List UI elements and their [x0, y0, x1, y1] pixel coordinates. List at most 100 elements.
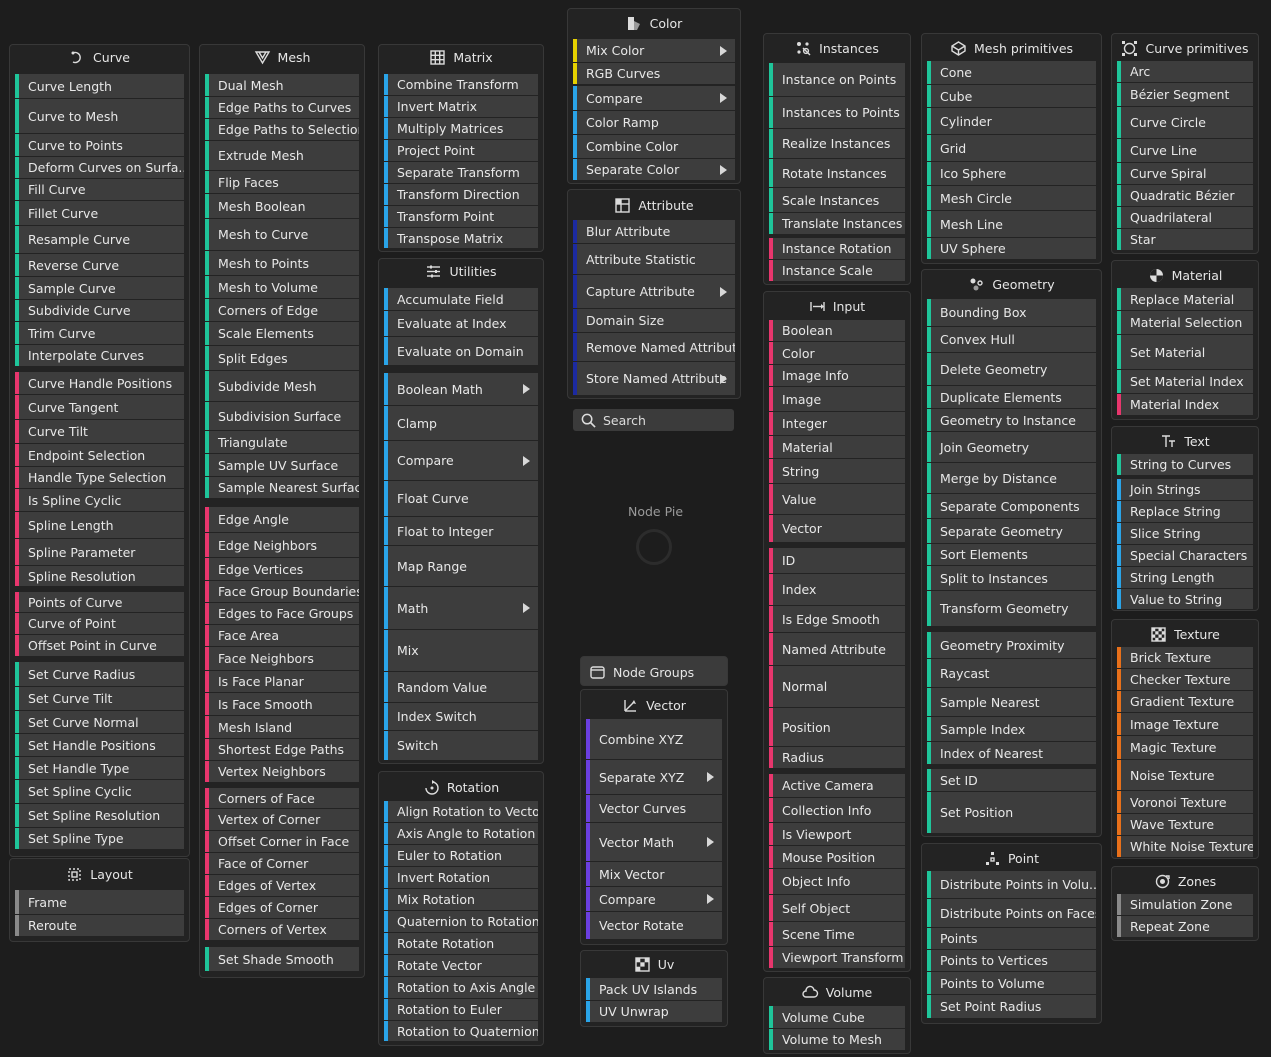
menu-item-pack-uv-islands[interactable]: Pack UV Islands [586, 978, 722, 1000]
menu-item-curve-to-points[interactable]: Curve to Points [15, 134, 184, 156]
menu-item-offset-point-in-curve[interactable]: Offset Point in Curve [15, 635, 184, 656]
menu-item-b-zier-segment[interactable]: Bézier Segment [1117, 83, 1253, 106]
menu-item-corners-of-edge[interactable]: Corners of Edge [205, 299, 359, 321]
menu-item-edges-of-corner[interactable]: Edges of Corner [205, 897, 359, 918]
menu-item-gradient-texture[interactable]: Gradient Texture [1117, 691, 1253, 712]
menu-item-image[interactable]: Image [769, 387, 905, 411]
menu-item-join-geometry[interactable]: Join Geometry [927, 432, 1096, 462]
menu-item-star[interactable]: Star [1117, 229, 1253, 250]
menu-item-subdivide-mesh[interactable]: Subdivide Mesh [205, 371, 359, 401]
menu-item-face-of-corner[interactable]: Face of Corner [205, 853, 359, 874]
menu-item-mesh-circle[interactable]: Mesh Circle [927, 186, 1096, 210]
menu-item-curve-tangent[interactable]: Curve Tangent [15, 395, 184, 419]
menu-item-transform-direction[interactable]: Transform Direction [384, 184, 538, 205]
pie-center-ring[interactable] [636, 529, 672, 565]
menu-item-separate-color[interactable]: Separate Color [573, 159, 735, 180]
menu-item-merge-by-distance[interactable]: Merge by Distance [927, 463, 1096, 493]
menu-item-multiply-matrices[interactable]: Multiply Matrices [384, 118, 538, 139]
menu-item-corners-of-face[interactable]: Corners of Face [205, 788, 359, 808]
menu-item-curve-handle-positions[interactable]: Curve Handle Positions [15, 372, 184, 394]
menu-item-mesh-to-curve[interactable]: Mesh to Curve [205, 219, 359, 250]
menu-item-reroute[interactable]: Reroute [15, 915, 184, 936]
menu-item-value-to-string[interactable]: Value to String [1117, 589, 1253, 609]
menu-item-transform-point[interactable]: Transform Point [384, 206, 538, 227]
menu-item-compare[interactable]: Compare [586, 887, 722, 911]
menu-item-map-range[interactable]: Map Range [384, 546, 538, 586]
menu-item-repeat-zone[interactable]: Repeat Zone [1117, 916, 1253, 937]
menu-item-subdivide-curve[interactable]: Subdivide Curve [15, 300, 184, 321]
menu-item-combine-transform[interactable]: Combine Transform [384, 74, 538, 95]
menu-item-vector[interactable]: Vector [769, 515, 905, 542]
menu-item-math[interactable]: Math [384, 587, 538, 629]
menu-item-convex-hull[interactable]: Convex Hull [927, 327, 1096, 352]
menu-item-handle-type-selection[interactable]: Handle Type Selection [15, 467, 184, 488]
menu-item-endpoint-selection[interactable]: Endpoint Selection [15, 444, 184, 466]
menu-item-curve-line[interactable]: Curve Line [1117, 139, 1253, 162]
menu-item-image-info[interactable]: Image Info [769, 365, 905, 386]
menu-item-curve-length[interactable]: Curve Length [15, 74, 184, 98]
menu-item-bounding-box[interactable]: Bounding Box [927, 299, 1096, 326]
menu-item-string[interactable]: String [769, 459, 905, 483]
menu-item-material-selection[interactable]: Material Selection [1117, 311, 1253, 334]
menu-item-color-ramp[interactable]: Color Ramp [573, 111, 735, 134]
menu-item-axis-angle-to-rotation[interactable]: Axis Angle to Rotation [384, 823, 538, 844]
menu-item-instance-on-points[interactable]: Instance on Points [769, 63, 905, 96]
menu-item-set-material-index[interactable]: Set Material Index [1117, 370, 1253, 393]
menu-item-uv-sphere[interactable]: UV Sphere [927, 238, 1096, 259]
menu-item-dual-mesh[interactable]: Dual Mesh [205, 74, 359, 96]
menu-item-slice-string[interactable]: Slice String [1117, 523, 1253, 544]
menu-item-instance-rotation[interactable]: Instance Rotation [769, 238, 905, 259]
menu-item-float-to-integer[interactable]: Float to Integer [384, 517, 538, 545]
menu-item-random-value[interactable]: Random Value [384, 672, 538, 702]
menu-item-index-switch[interactable]: Index Switch [384, 703, 538, 730]
menu-item-invert-matrix[interactable]: Invert Matrix [384, 96, 538, 117]
menu-item-arc[interactable]: Arc [1117, 61, 1253, 82]
menu-item-subdivision-surface[interactable]: Subdivision Surface [205, 402, 359, 430]
menu-item-flip-faces[interactable]: Flip Faces [205, 171, 359, 193]
menu-item-checker-texture[interactable]: Checker Texture [1117, 669, 1253, 690]
menu-item-curve-spiral[interactable]: Curve Spiral [1117, 163, 1253, 184]
menu-item-volume-cube[interactable]: Volume Cube [769, 1006, 905, 1028]
menu-item-object-info[interactable]: Object Info [769, 869, 905, 894]
menu-item-edges-to-face-groups[interactable]: Edges to Face Groups [205, 603, 359, 624]
menu-item-separate-components[interactable]: Separate Components [927, 494, 1096, 518]
menu-item-string-length[interactable]: String Length [1117, 567, 1253, 588]
menu-item-instances-to-points[interactable]: Instances to Points [769, 97, 905, 128]
menu-item-attribute-statistic[interactable]: Attribute Statistic [573, 244, 735, 274]
menu-item-mouse-position[interactable]: Mouse Position [769, 846, 905, 868]
menu-item-named-attribute[interactable]: Named Attribute [769, 633, 905, 665]
menu-item-compare[interactable]: Compare [384, 441, 538, 480]
menu-item-fillet-curve[interactable]: Fillet Curve [15, 201, 184, 225]
menu-item-edge-paths-to-selection[interactable]: Edge Paths to Selection [205, 119, 359, 140]
menu-item-simulation-zone[interactable]: Simulation Zone [1117, 894, 1253, 915]
menu-item-split-edges[interactable]: Split Edges [205, 346, 359, 370]
menu-item-curve-circle[interactable]: Curve Circle [1117, 107, 1253, 138]
menu-item-magic-texture[interactable]: Magic Texture [1117, 736, 1253, 759]
menu-item-float-curve[interactable]: Float Curve [384, 481, 538, 516]
menu-item-collection-info[interactable]: Collection Info [769, 798, 905, 822]
menu-item-deform-curves-on-surfa[interactable]: Deform Curves on Surfa... [15, 157, 184, 178]
menu-item-geometry-to-instance[interactable]: Geometry to Instance [927, 409, 1096, 431]
menu-item-curve-to-mesh[interactable]: Curve to Mesh [15, 99, 184, 133]
menu-item-align-rotation-to-vector[interactable]: Align Rotation to Vector [384, 801, 538, 822]
menu-item-transpose-matrix[interactable]: Transpose Matrix [384, 228, 538, 248]
menu-item-curve-of-point[interactable]: Curve of Point [15, 613, 184, 634]
menu-item-volume-to-mesh[interactable]: Volume to Mesh [769, 1029, 905, 1050]
menu-item-value[interactable]: Value [769, 484, 905, 514]
menu-item-evaluate-at-index[interactable]: Evaluate at Index [384, 311, 538, 336]
menu-item-quaternion-to-rotation[interactable]: Quaternion to Rotation [384, 911, 538, 932]
menu-item-capture-attribute[interactable]: Capture Attribute [573, 275, 735, 308]
menu-item-color[interactable]: Color [769, 342, 905, 364]
menu-item-mesh-boolean[interactable]: Mesh Boolean [205, 194, 359, 218]
menu-item-material-index[interactable]: Material Index [1117, 394, 1253, 415]
menu-item-vector-math[interactable]: Vector Math [586, 823, 722, 861]
menu-item-points-to-vertices[interactable]: Points to Vertices [927, 950, 1096, 971]
menu-item-ico-sphere[interactable]: Ico Sphere [927, 162, 1096, 185]
menu-item-set-curve-normal[interactable]: Set Curve Normal [15, 711, 184, 733]
menu-item-spline-length[interactable]: Spline Length [15, 512, 184, 538]
menu-item-split-to-instances[interactable]: Split to Instances [927, 566, 1096, 590]
menu-item-noise-texture[interactable]: Noise Texture [1117, 760, 1253, 790]
menu-item-points[interactable]: Points [927, 928, 1096, 949]
menu-item-rotate-rotation[interactable]: Rotate Rotation [384, 933, 538, 954]
menu-item-mix-vector[interactable]: Mix Vector [586, 862, 722, 886]
